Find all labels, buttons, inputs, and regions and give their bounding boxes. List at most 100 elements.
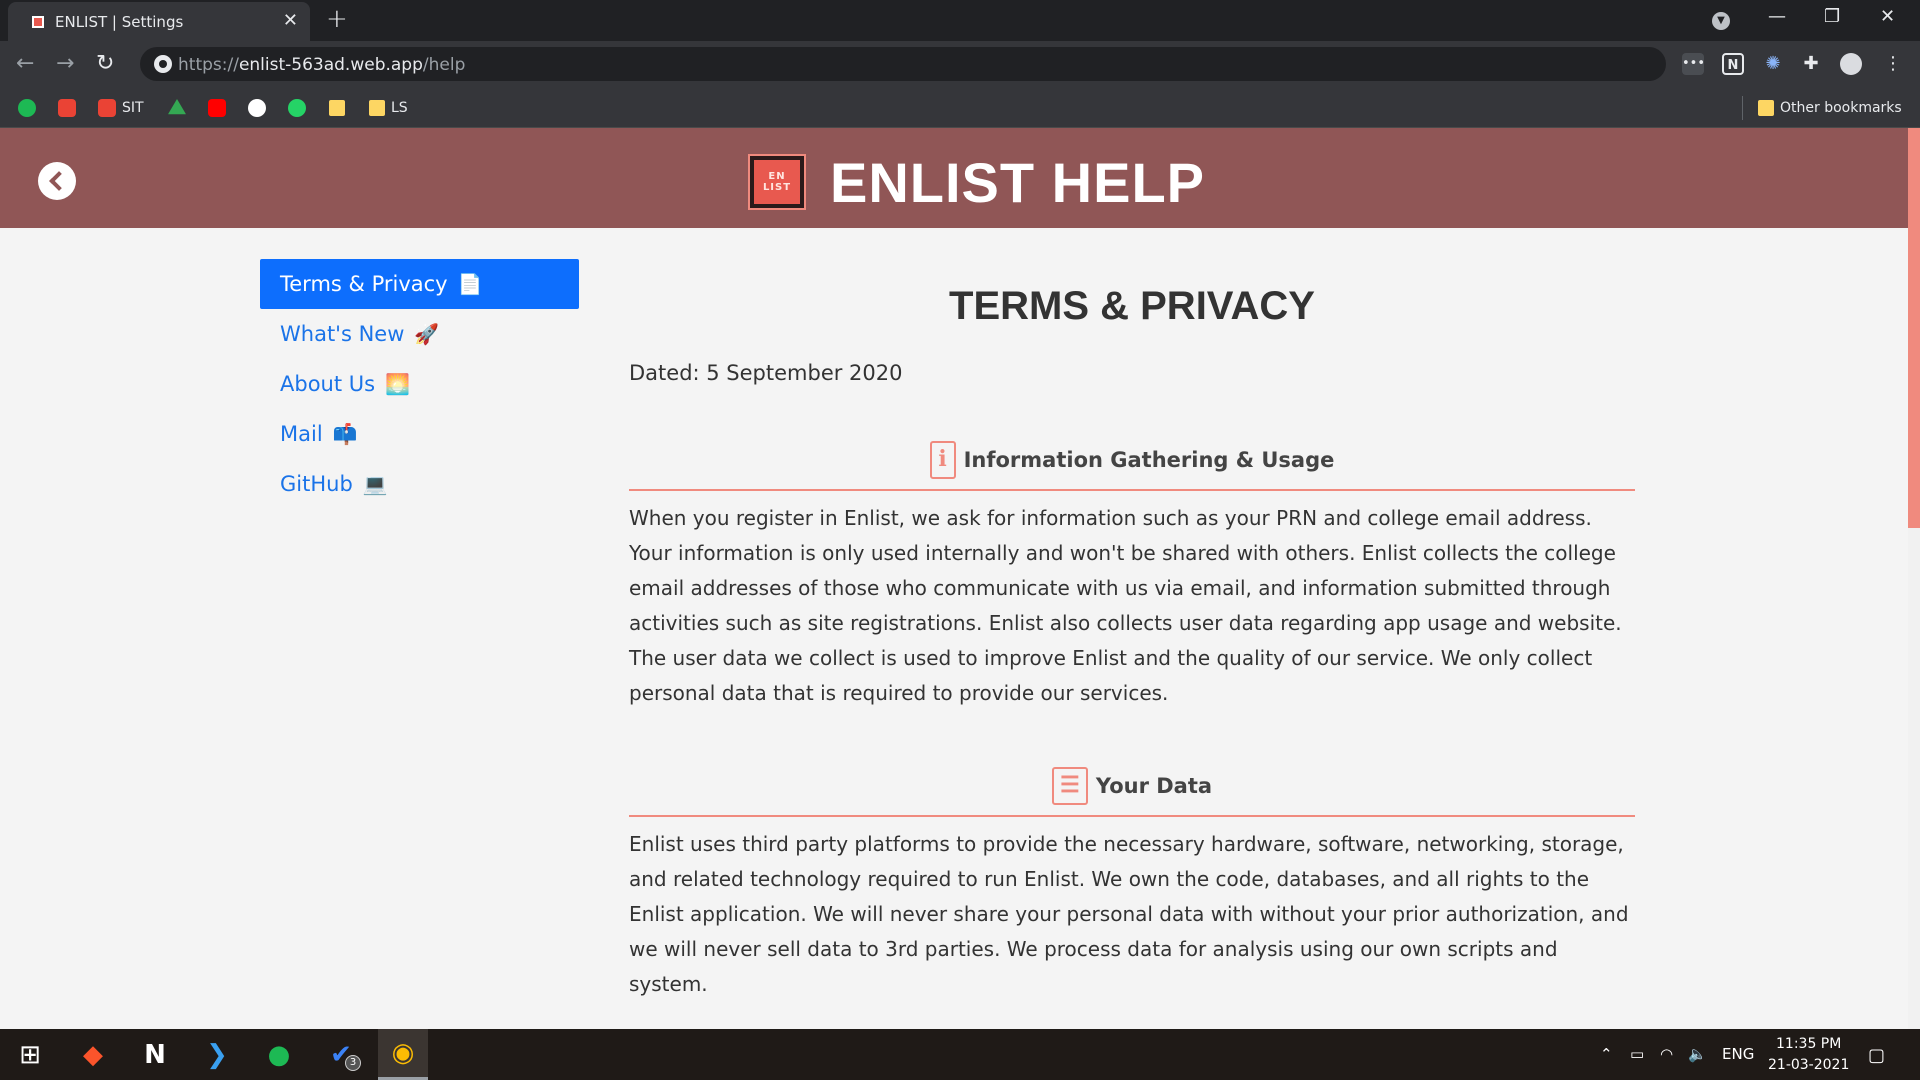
other-bookmarks-label: Other bookmarks	[1780, 100, 1902, 116]
browser-toolbar: ← → ↻ https://enlist-563ad.web.app/help …	[0, 41, 1920, 88]
spotify-app-icon[interactable]: ●	[254, 1029, 304, 1080]
back-arrow-icon[interactable]: ←	[16, 51, 34, 76]
logo-text-line2: LIST	[762, 182, 792, 193]
chrome-app-icon[interactable]: ◉	[378, 1029, 428, 1080]
close-tab-icon[interactable]: ✕	[283, 10, 298, 31]
bookmarks-divider	[1742, 96, 1743, 120]
tab-title: ENLIST | Settings	[55, 13, 184, 31]
notification-badge: 3	[345, 1055, 361, 1071]
sidebar-item-about-us[interactable]: About Us 🌅	[260, 359, 579, 409]
profile-avatar[interactable]	[1840, 53, 1862, 75]
github-icon	[248, 99, 266, 117]
document-icon: 📄	[457, 272, 483, 296]
app-header: EN LIST ENLIST HELP	[0, 128, 1908, 228]
back-button[interactable]	[38, 162, 76, 200]
browser-tabstrip: ENLIST | Settings ✕ + ▼ — ❐ ✕	[0, 0, 1920, 41]
enlist-favicon-icon	[32, 16, 44, 28]
system-clock[interactable]: 11:35 PM 21-03-2021	[1768, 1034, 1849, 1076]
wifi-icon[interactable]: ◠	[1660, 1045, 1673, 1063]
reload-icon[interactable]: ↻	[96, 51, 114, 76]
bookmark-youtube[interactable]	[208, 98, 226, 118]
mailbox-icon: 📫	[332, 422, 358, 446]
section-title: Information Gathering & Usage	[963, 448, 1335, 472]
database-icon: ☰	[1051, 767, 1088, 805]
clock-date: 21-03-2021	[1768, 1057, 1850, 1073]
action-center-icon[interactable]: ▢	[1868, 1045, 1885, 1066]
your-data-section: ☰ Your Data Enlist uses third party plat…	[629, 767, 1635, 1002]
bookmark-drive[interactable]	[168, 98, 186, 118]
sidebar-item-terms-privacy[interactable]: Terms & Privacy 📄	[260, 259, 579, 309]
laptop-icon: 💻	[362, 472, 388, 496]
extension-dots-icon[interactable]: •••	[1682, 53, 1705, 75]
gmail-icon	[58, 99, 76, 117]
clock-time: 11:35 PM	[1776, 1036, 1842, 1052]
rocket-icon: 🚀	[414, 322, 440, 346]
windows-taskbar: ⊞ ◆ N ❯ ● ✔ 3 ◉ ⌃ ▭ ◠ 🔈 ENG 11:35 PM 21-0…	[0, 1029, 1920, 1080]
brave-browser-icon[interactable]: ◆	[68, 1029, 118, 1080]
language-indicator[interactable]: ENG	[1722, 1045, 1754, 1063]
spotify-icon	[18, 99, 36, 117]
close-window-button[interactable]: ✕	[1880, 6, 1895, 27]
sidebar-item-label: GitHub	[280, 472, 353, 496]
section-body: When you register in Enlist, we ask for …	[629, 506, 1622, 705]
forward-arrow-icon[interactable]: →	[56, 51, 74, 76]
enlist-logo: EN LIST	[750, 156, 804, 208]
url-scheme: https://	[178, 55, 239, 75]
bookmark-folder-ls[interactable]: LS	[369, 98, 408, 118]
section-title: Your Data	[1095, 774, 1213, 798]
site-info-icon[interactable]	[154, 55, 172, 73]
bookmark-label: SIT	[122, 100, 144, 116]
notion-extension-icon[interactable]: N	[1722, 53, 1744, 75]
chrome-menu-icon[interactable]: ⋮	[1882, 53, 1904, 75]
volume-icon[interactable]: 🔈	[1688, 1045, 1707, 1063]
sidebar-item-label: Mail	[280, 422, 323, 446]
bookmark-whatsapp[interactable]	[288, 98, 306, 118]
whatsapp-icon	[288, 99, 306, 117]
youtube-icon	[208, 99, 226, 117]
logo-text-line1: EN	[768, 171, 786, 182]
battery-icon[interactable]: ▭	[1630, 1045, 1644, 1063]
new-tab-button[interactable]: +	[326, 4, 348, 34]
page-title: ENLIST HELP	[830, 151, 1206, 214]
scrollbar-thumb[interactable]	[1908, 128, 1920, 528]
bookmarks-bar: SIT LS Other bookmarks	[0, 88, 1920, 128]
sidebar-item-github[interactable]: GitHub 💻	[260, 459, 579, 509]
bookmark-folder[interactable]	[329, 98, 345, 118]
bookmark-spotify[interactable]	[18, 98, 36, 118]
url-path: /help	[422, 55, 466, 75]
gmail-icon	[98, 99, 116, 117]
show-hidden-icons-icon[interactable]: ⌃	[1600, 1045, 1613, 1063]
section-body: Enlist uses third party platforms to pro…	[629, 832, 1629, 996]
sidebar-item-label: What's New	[280, 322, 405, 346]
help-sidebar: Terms & Privacy 📄 What's New 🚀 About Us …	[260, 259, 579, 509]
sidebar-item-label: About Us	[280, 372, 376, 396]
google-drive-icon	[168, 99, 186, 115]
notion-app-icon[interactable]: N	[130, 1029, 180, 1080]
bookmark-github[interactable]	[248, 98, 266, 118]
sidebar-item-whats-new[interactable]: What's New 🚀	[260, 309, 579, 359]
minimize-button[interactable]: —	[1768, 6, 1786, 27]
maximize-button[interactable]: ❐	[1824, 6, 1840, 27]
windows-start-icon[interactable]: ⊞	[5, 1029, 55, 1080]
bookmark-sit[interactable]: SIT	[98, 98, 144, 118]
tab-search-icon[interactable]: ▼	[1712, 12, 1730, 30]
page-scrollbar[interactable]	[1908, 128, 1920, 1029]
bookmark-gmail[interactable]	[58, 98, 76, 118]
browser-tab[interactable]: ENLIST | Settings ✕	[8, 2, 310, 41]
section-header: ☰ Your Data	[629, 767, 1635, 817]
dated-text: Dated: 5 September 2020	[629, 361, 903, 385]
vscode-icon[interactable]: ❯	[192, 1029, 242, 1080]
dark-reader-extension-icon[interactable]: ✺	[1762, 53, 1784, 75]
folder-icon	[1758, 100, 1774, 116]
info-icon: i	[929, 441, 956, 479]
url-text[interactable]: https://enlist-563ad.web.app/help	[178, 55, 465, 75]
page-viewport: EN LIST ENLIST HELP Terms & Privacy 📄 Wh…	[0, 128, 1920, 1029]
info-gathering-section: i Information Gathering & Usage When you…	[629, 441, 1635, 711]
todo-app-icon[interactable]: ✔ 3	[316, 1029, 366, 1080]
other-bookmarks[interactable]: Other bookmarks	[1758, 98, 1902, 118]
address-bar[interactable]: https://enlist-563ad.web.app/help	[140, 47, 1666, 81]
sidebar-item-mail[interactable]: Mail 📫	[260, 409, 579, 459]
url-host: enlist-563ad.web.app	[238, 55, 423, 75]
puzzle-extensions-icon[interactable]: ✚	[1800, 53, 1822, 75]
help-content: TERMS & PRIVACY Dated: 5 September 2020 …	[629, 260, 1635, 1002]
